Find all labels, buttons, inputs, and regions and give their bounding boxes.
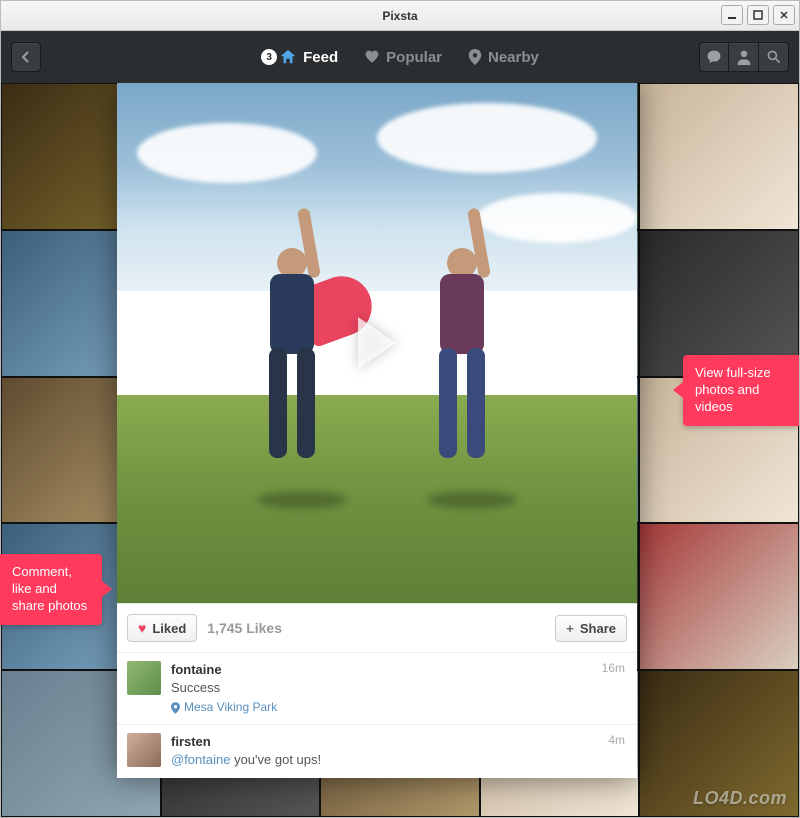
- heart-icon: [364, 49, 380, 65]
- user-icon: [736, 49, 752, 65]
- tab-nearby-label: Nearby: [488, 49, 539, 66]
- watermark: LO4D.com: [693, 788, 787, 809]
- notifications-button[interactable]: [699, 42, 729, 72]
- action-bar: ♥ Liked 1,745 Likes + Share: [117, 603, 637, 652]
- comment-timestamp: 4m: [608, 733, 625, 747]
- close-button[interactable]: [773, 5, 795, 25]
- right-button-group: [699, 42, 789, 72]
- maximize-button[interactable]: [747, 5, 769, 25]
- likes-count[interactable]: 1,745 Likes: [207, 620, 282, 636]
- comment-mention[interactable]: @fontaine: [171, 752, 230, 767]
- like-button-label: Liked: [152, 621, 186, 636]
- tab-nearby[interactable]: Nearby: [468, 49, 539, 66]
- heart-filled-icon: ♥: [138, 620, 146, 636]
- comment-text: @fontaine you've got ups!: [171, 751, 627, 769]
- search-icon: [766, 49, 782, 65]
- tab-feed-label: Feed: [303, 49, 338, 66]
- maximize-icon: [753, 10, 763, 20]
- main-toolbar: 3 Feed Popular Nearby: [1, 31, 799, 83]
- commenter-username[interactable]: firsten: [171, 734, 211, 749]
- nav-tabs: 3 Feed Popular Nearby: [261, 48, 539, 66]
- location-pin-icon: [468, 49, 482, 65]
- minimize-icon: [727, 10, 737, 20]
- author-username[interactable]: fontaine: [171, 662, 222, 677]
- content-area: ♥ Liked 1,745 Likes + Share fontaine Suc…: [1, 83, 799, 817]
- post-timestamp: 16m: [602, 661, 625, 675]
- tab-feed[interactable]: 3 Feed: [261, 48, 338, 66]
- share-button[interactable]: + Share: [555, 615, 627, 642]
- chat-icon: [706, 49, 722, 65]
- play-icon[interactable]: [358, 317, 396, 369]
- feed-badge: 3: [261, 49, 277, 65]
- like-button[interactable]: ♥ Liked: [127, 614, 197, 642]
- share-button-label: Share: [580, 621, 616, 636]
- post-caption-row: fontaine Success Mesa Viking Park 16m: [117, 652, 637, 724]
- tab-popular-label: Popular: [386, 49, 442, 66]
- post-location[interactable]: Mesa Viking Park: [171, 699, 627, 716]
- titlebar: Pixsta: [1, 1, 799, 31]
- comment-row: firsten @fontaine you've got ups! 4m: [117, 724, 637, 777]
- window-title: Pixsta: [382, 9, 417, 23]
- post-caption: Success: [171, 679, 627, 697]
- post-media[interactable]: [117, 83, 637, 603]
- commenter-avatar[interactable]: [127, 733, 161, 767]
- location-text: Mesa Viking Park: [184, 699, 277, 716]
- search-button[interactable]: [759, 42, 789, 72]
- back-arrow-icon: [19, 50, 33, 64]
- location-pin-small-icon: [171, 702, 180, 714]
- author-avatar[interactable]: [127, 661, 161, 695]
- close-icon: [779, 10, 789, 20]
- profile-button[interactable]: [729, 42, 759, 72]
- app-window: Pixsta 3 Feed: [0, 0, 800, 818]
- plus-icon: +: [566, 621, 574, 636]
- callout-view-fullsize: View full-size photos and videos: [683, 355, 799, 426]
- callout-comment-like-share: Comment, like and share photos: [0, 554, 102, 625]
- home-icon: [279, 48, 297, 66]
- back-button[interactable]: [11, 42, 41, 72]
- minimize-button[interactable]: [721, 5, 743, 25]
- window-controls: [721, 5, 795, 25]
- tab-popular[interactable]: Popular: [364, 49, 442, 66]
- post-card: ♥ Liked 1,745 Likes + Share fontaine Suc…: [117, 83, 637, 778]
